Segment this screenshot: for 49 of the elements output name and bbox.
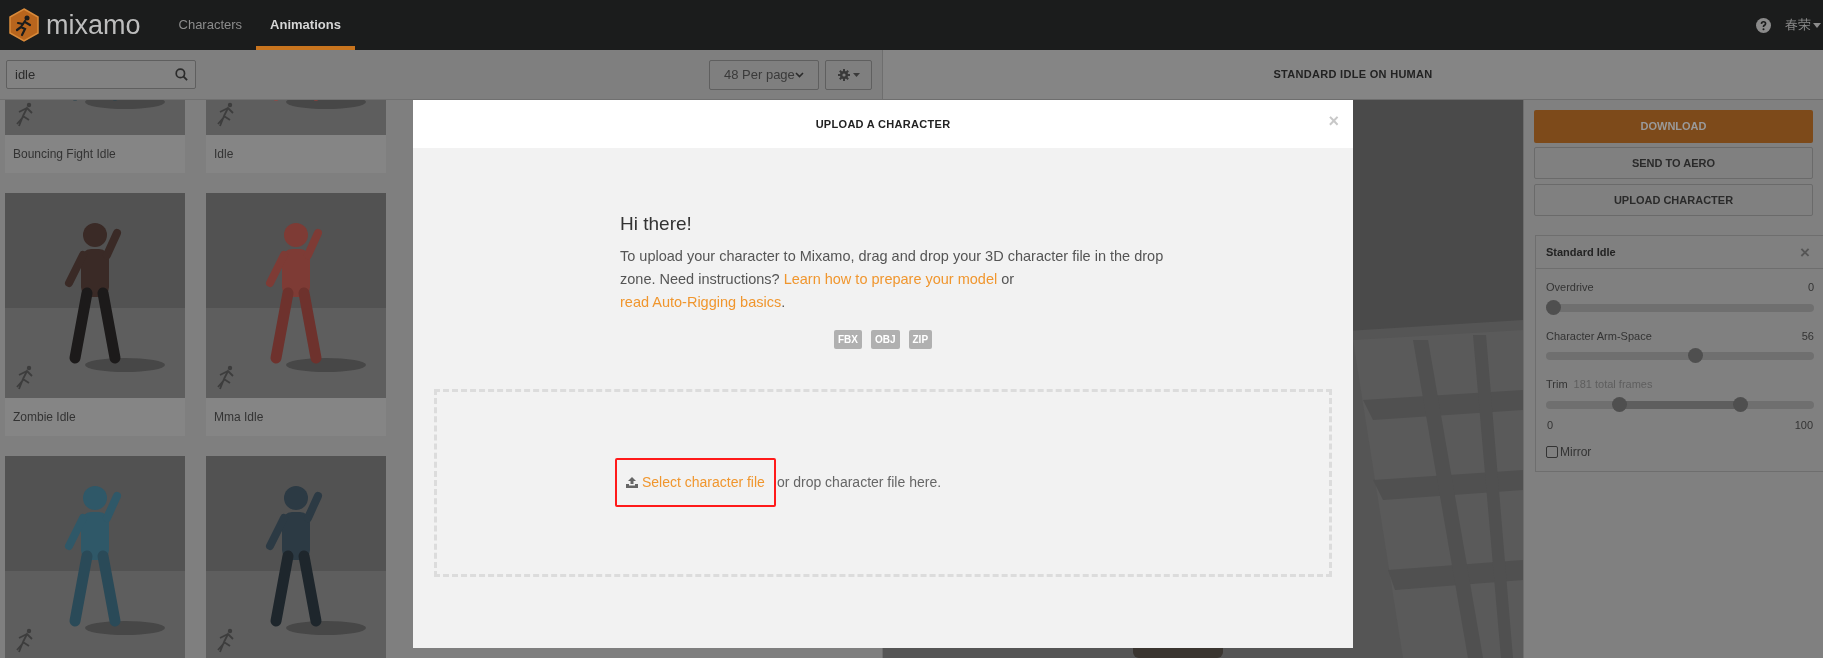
- logo-text: mixamo: [46, 11, 141, 39]
- instructions-text: To upload your character to Mixamo, drag and drop your 3D character file in the drop zone. Need instructions? Learn how to prepare your model or read Auto-Rigging basics.: [620, 246, 1165, 312]
- format-tag: OBJ: [870, 329, 900, 349]
- slider-thumb[interactable]: [1687, 348, 1703, 363]
- nav-tab[interactable]: Animations: [256, 0, 355, 50]
- range-min: 0: [1547, 417, 1554, 433]
- card-title[interactable]: Idle: [206, 135, 386, 173]
- modal-title: UPLOAD A CHARACTER: [815, 116, 951, 132]
- slider-label: Trim: [1546, 377, 1568, 392]
- range-max: 100: [1794, 417, 1813, 433]
- caret-icon: [852, 72, 860, 77]
- slider-label: Overdrive: [1546, 280, 1594, 295]
- drop-hint: or drop character file here.: [776, 473, 942, 492]
- settings-button[interactable]: [825, 59, 872, 90]
- close-button[interactable]: ×: [1800, 243, 1810, 261]
- slider-label: Character Arm-Space: [1546, 328, 1652, 344]
- slider-track[interactable]: [1546, 400, 1814, 409]
- slider-thumb[interactable]: [1733, 396, 1749, 412]
- per-page-dropdown[interactable]: 48 Per page: [709, 59, 819, 90]
- slider-value: 0: [1807, 280, 1814, 295]
- card-title[interactable]: Bouncing Fight Idle: [5, 135, 185, 173]
- action-button[interactable]: UPLOAD CHARACTER: [1534, 184, 1813, 216]
- search-icon: [175, 68, 188, 81]
- slider-value: 56: [1801, 328, 1814, 344]
- action-button[interactable]: SEND TO AERO: [1534, 147, 1813, 179]
- card-title[interactable]: Zombie Idle: [5, 398, 185, 436]
- slider-track[interactable]: [1546, 303, 1814, 312]
- card-title: Standard Idle: [1546, 244, 1616, 260]
- user-menu[interactable]: 春荣: [1785, 0, 1823, 50]
- card-title[interactable]: Mma Idle: [206, 398, 386, 436]
- slider-thumb[interactable]: [1611, 396, 1627, 412]
- modal-heading: Hi there!: [620, 212, 693, 236]
- panel-title: STANDARD IDLE ON HUMAN: [1273, 67, 1433, 83]
- action-button[interactable]: DOWNLOAD: [1534, 110, 1813, 143]
- help-link[interactable]: Learn how to prepare your model: [783, 270, 998, 287]
- nav-tab[interactable]: Characters: [164, 0, 257, 50]
- logo-icon: [8, 8, 40, 42]
- upload-icon: [625, 477, 638, 488]
- search-field[interactable]: idle: [6, 60, 196, 89]
- format-tag: ZIP: [908, 329, 933, 349]
- settings-icon: [837, 68, 850, 81]
- mirror-checkbox[interactable]: Mirror: [1546, 443, 1814, 461]
- format-tag: FBX: [833, 329, 862, 349]
- slider-thumb[interactable]: [1546, 299, 1561, 315]
- select-file-link[interactable]: Select character file: [614, 458, 776, 507]
- drop-zone[interactable]: Select character file or drop character file here.: [434, 388, 1332, 577]
- chevron-down-icon: [795, 71, 804, 78]
- caret-icon: [1813, 22, 1821, 28]
- help-icon[interactable]: [1756, 17, 1771, 33]
